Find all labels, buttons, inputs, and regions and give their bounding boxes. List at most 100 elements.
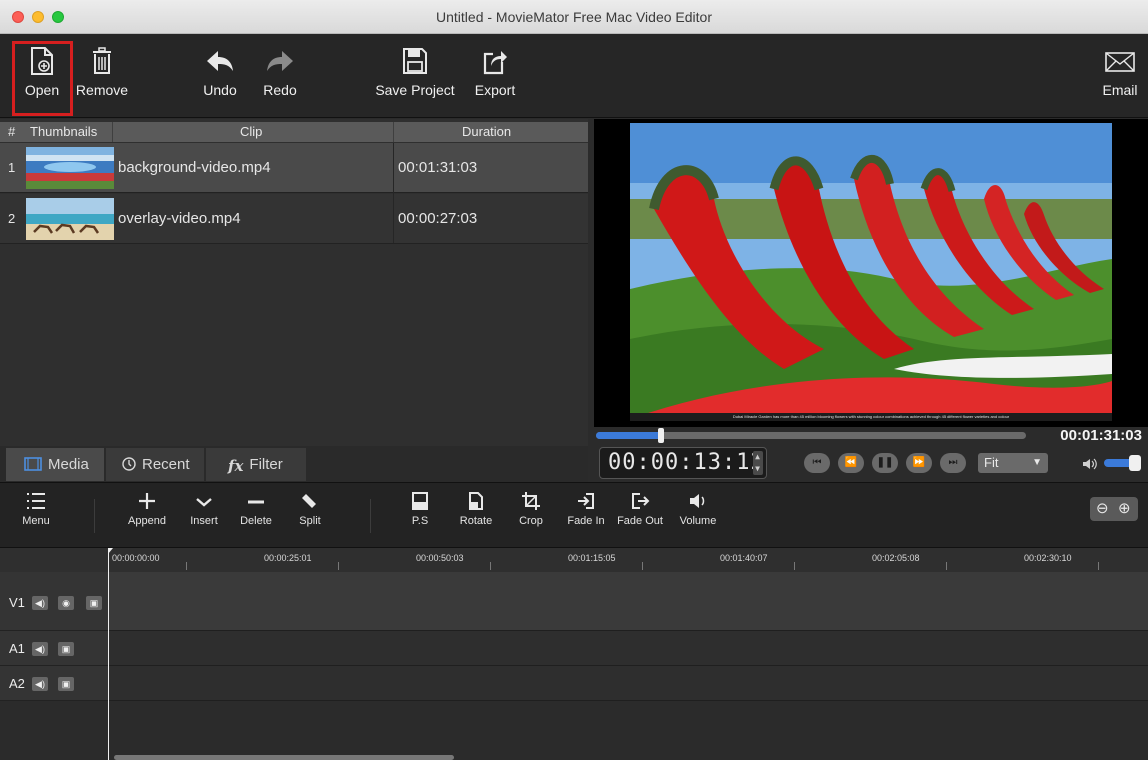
volume-slider-handle[interactable]	[1129, 455, 1141, 471]
split-label: Split	[299, 515, 321, 527]
toolbar-divider	[370, 499, 371, 533]
track-name: V1	[9, 595, 25, 610]
speaker-icon[interactable]	[1082, 458, 1098, 470]
scrub-progress	[596, 432, 661, 439]
tab-filter[interactable]: fx Filter	[206, 448, 306, 481]
save-project-button[interactable]: Save Project	[370, 40, 460, 114]
fade-out-icon	[632, 493, 650, 509]
open-button[interactable]: Open	[16, 40, 68, 114]
insert-label: Insert	[190, 515, 218, 527]
preview-scrubber[interactable]: 00:01:31:03	[594, 427, 1148, 444]
mute-audio-icon[interactable]: ◀)	[32, 642, 48, 656]
remove-button[interactable]: Remove	[74, 40, 130, 114]
rewind-button[interactable]: ⏪	[838, 453, 864, 473]
delete-label: Delete	[240, 515, 272, 527]
ruler-tick	[946, 562, 947, 570]
track-header-v1[interactable]: V1 ◀) ◉ ▣	[0, 572, 108, 631]
timecode-field[interactable]: 00:00:13:12 ▲ ▼	[599, 447, 767, 479]
ruler-mark: 00:01:40:07	[720, 553, 768, 563]
zoom-out-icon[interactable]: ⊖	[1096, 499, 1109, 517]
rotate-icon	[469, 492, 483, 510]
mute-audio-icon[interactable]: ◀)	[32, 677, 48, 691]
visibility-eye-icon[interactable]: ◉	[58, 596, 74, 610]
header-thumbnails[interactable]: Thumbnails	[30, 124, 97, 139]
redo-button[interactable]: Redo	[258, 40, 302, 114]
track-header-a1[interactable]: A1 ◀) ▣	[0, 631, 108, 666]
media-row[interactable]: 2 overlay-video.mp4 00:00:27:03	[0, 194, 588, 244]
export-button[interactable]: Export	[470, 40, 520, 114]
preview-frame-image	[630, 123, 1112, 421]
main-toolbar: Open Remove Undo Redo Save Project Expor…	[0, 34, 1148, 118]
timecode-value: 00:00:13:12	[608, 450, 765, 475]
tab-filter-label: Filter	[249, 456, 283, 473]
split-button[interactable]: Split	[290, 491, 330, 527]
plus-icon	[139, 493, 155, 509]
scrub-handle[interactable]	[658, 428, 664, 443]
video-preview[interactable]: Dubai Miracle Garden has more than 45 mi…	[594, 119, 1148, 427]
toolbar-divider	[94, 499, 95, 533]
track-lane-v1[interactable]	[108, 572, 1148, 631]
track-lane-a2[interactable]	[108, 666, 1148, 701]
rotate-button[interactable]: Rotate	[454, 491, 498, 527]
skip-to-end-button[interactable]: ⏭	[940, 453, 966, 473]
append-button[interactable]: Append	[122, 491, 172, 527]
mute-audio-icon[interactable]: ◀)	[32, 596, 48, 610]
timecode-stepper[interactable]: ▲ ▼	[753, 451, 763, 475]
menu-label: Menu	[22, 515, 50, 527]
tab-media[interactable]: Media	[6, 448, 104, 481]
export-icon	[483, 51, 507, 75]
zoom-in-icon[interactable]: ⊕	[1118, 499, 1131, 517]
pause-button[interactable]: ❚❚	[872, 453, 898, 473]
media-row[interactable]: 1 background-video.mp4 00:01:31:03	[0, 143, 588, 193]
crop-label: Crop	[519, 515, 543, 527]
fast-forward-button[interactable]: ⏩	[906, 453, 932, 473]
track-header-a2[interactable]: A2 ◀) ▣	[0, 666, 108, 701]
lock-icon[interactable]: ▣	[58, 677, 74, 691]
header-divider	[112, 122, 113, 142]
clip-duration: 00:01:31:03	[398, 159, 478, 176]
fx-icon: fx	[228, 457, 244, 475]
delete-button[interactable]: Delete	[234, 491, 278, 527]
timeline-empty-area[interactable]	[0, 701, 1148, 760]
minus-icon	[248, 500, 264, 504]
preview-caption: Dubai Miracle Garden has more than 45 mi…	[732, 414, 1010, 419]
volume-button[interactable]: Volume	[674, 491, 722, 527]
header-clip[interactable]: Clip	[240, 124, 262, 139]
track-name: A1	[9, 641, 25, 656]
window-title: Untitled - MovieMator Free Mac Video Edi…	[436, 9, 712, 25]
timeline-ruler[interactable]: 00:00:00:00 00:00:25:01 00:00:50:03 00:0…	[0, 548, 1148, 572]
menu-button[interactable]: Menu	[14, 491, 58, 527]
clip-name: overlay-video.mp4	[118, 210, 241, 227]
ruler-tick	[490, 562, 491, 570]
envelope-icon	[1105, 52, 1135, 72]
fade-out-button[interactable]: Fade Out	[612, 491, 668, 527]
tab-recent[interactable]: Recent	[106, 448, 204, 481]
speaker-icon	[690, 494, 705, 508]
ruler-mark: 00:01:15:05	[568, 553, 616, 563]
undo-icon	[207, 51, 233, 71]
lock-icon[interactable]: ▣	[58, 642, 74, 656]
chevron-down-icon: ▼	[1032, 457, 1042, 468]
email-button[interactable]: Email	[1098, 40, 1142, 114]
ruler-mark: 00:00:00:00	[112, 553, 160, 563]
lock-icon[interactable]: ▣	[86, 596, 102, 610]
header-duration[interactable]: Duration	[462, 124, 511, 139]
ps-button[interactable]: P.S	[404, 491, 436, 527]
skip-end-icon: ⏭	[948, 457, 958, 468]
zoom-mode-select[interactable]: Fit ▼	[978, 453, 1048, 473]
track-lane-a1[interactable]	[108, 631, 1148, 666]
ruler-mark: 00:00:25:01	[264, 553, 312, 563]
undo-button[interactable]: Undo	[198, 40, 242, 114]
fade-in-button[interactable]: Fade In	[564, 491, 608, 527]
fast-forward-icon: ⏩	[912, 457, 926, 468]
redo-icon	[267, 51, 293, 71]
skip-to-start-button[interactable]: ⏮	[804, 453, 830, 473]
playhead-line[interactable]	[108, 548, 109, 760]
ruler-tick	[642, 562, 643, 570]
timeline-scrollbar[interactable]	[114, 755, 454, 760]
trash-icon	[93, 47, 111, 74]
insert-button[interactable]: Insert	[184, 491, 224, 527]
fade-in-label: Fade In	[567, 515, 605, 527]
playhead-marker[interactable]	[108, 548, 113, 554]
crop-button[interactable]: Crop	[514, 491, 548, 527]
